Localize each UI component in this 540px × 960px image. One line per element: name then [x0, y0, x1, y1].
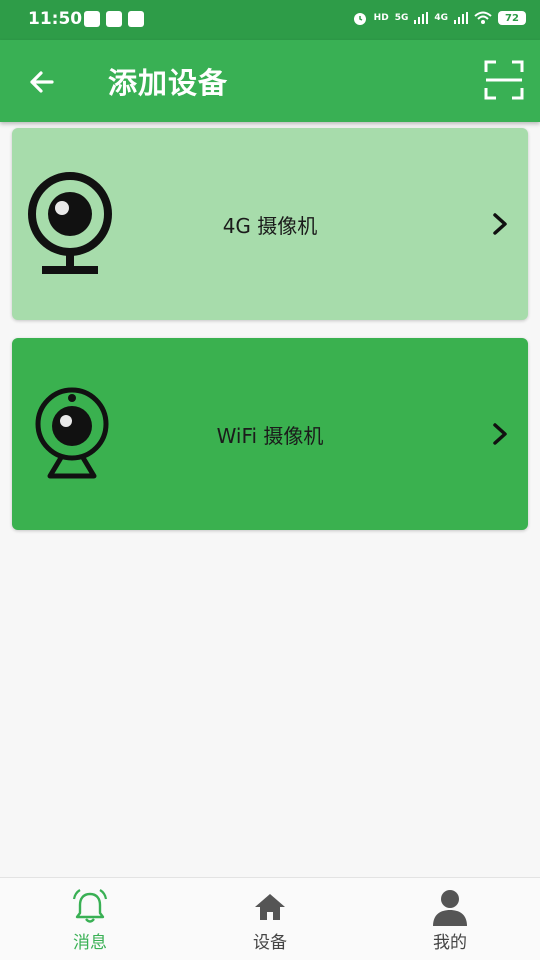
status-bar: 11:50 HD 5G 4G 72	[0, 0, 540, 40]
nav-label-profile: 我的	[433, 933, 467, 953]
bell-icon	[72, 889, 108, 923]
notification-app-icon	[128, 11, 144, 27]
device-label-4g-camera: 4G 摄像机	[222, 213, 318, 238]
status-time: 11:50	[28, 9, 83, 29]
notification-app-icon	[84, 11, 100, 27]
nav-label-messages: 消息	[73, 933, 107, 953]
nav-item-devices[interactable]: 设备	[180, 878, 360, 960]
signal-icon	[414, 12, 429, 24]
network-5g: 5G	[394, 13, 409, 23]
chevron-right-icon	[493, 213, 507, 235]
nav-item-profile[interactable]: 我的	[360, 878, 540, 960]
hd-indicator: HD	[373, 13, 389, 23]
device-card-wifi-camera[interactable]: WiFi 摄像机	[12, 338, 528, 530]
chevron-right-icon	[493, 423, 507, 445]
signal-icon	[454, 12, 468, 24]
status-right: HD 5G 4G 72	[352, 10, 526, 26]
wifi-icon	[474, 11, 492, 24]
page-title: 添加设备	[108, 66, 229, 100]
scan-icon[interactable]	[484, 60, 524, 100]
battery-indicator: 72	[498, 11, 526, 25]
home-icon	[255, 894, 285, 920]
nav-item-messages[interactable]: 消息	[0, 878, 180, 960]
network-4g: 4G	[434, 13, 448, 23]
notification-icons	[84, 11, 144, 27]
alarm-icon	[353, 13, 366, 25]
nav-label-devices: 设备	[253, 933, 287, 953]
device-label-wifi-camera: WiFi 摄像机	[216, 423, 324, 448]
device-card-4g-camera[interactable]: 4G 摄像机	[12, 128, 528, 320]
bottom-nav: 消息 设备 我的	[0, 877, 540, 960]
app-bar: 添加设备	[0, 40, 540, 122]
notification-app-icon	[106, 11, 122, 27]
person-icon	[433, 890, 467, 926]
back-button[interactable]	[24, 64, 60, 100]
